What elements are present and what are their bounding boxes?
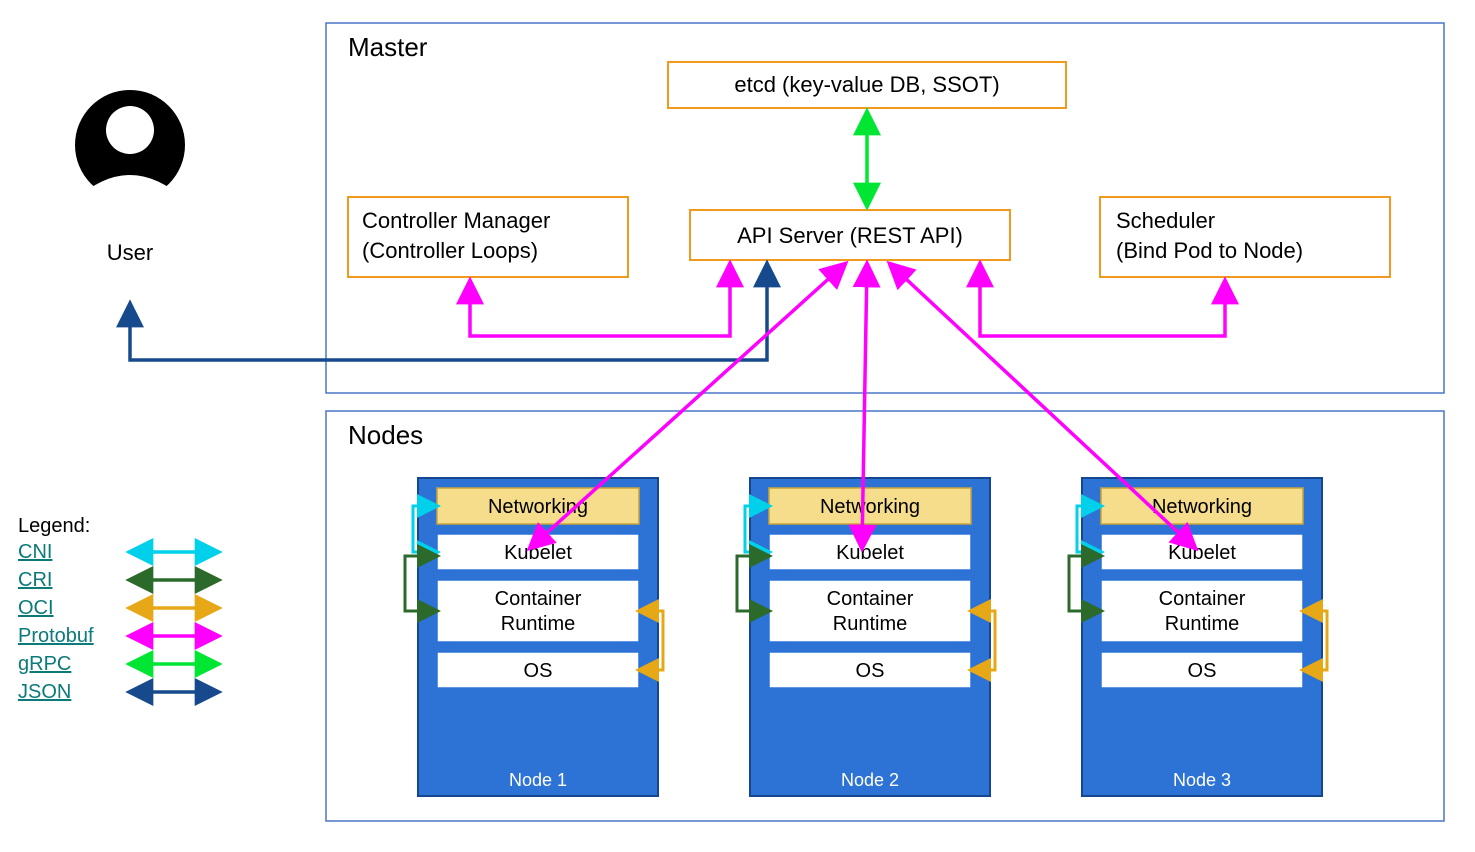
legend-item-label[interactable]: CNI bbox=[18, 541, 52, 563]
legend-item-label[interactable]: OCI bbox=[18, 597, 54, 619]
node-runtime-l2: Runtime bbox=[1165, 613, 1239, 635]
node-name: Node 3 bbox=[1173, 770, 1231, 790]
node-networking-label: Networking bbox=[1152, 496, 1252, 518]
scheduler-l1: Scheduler bbox=[1116, 208, 1215, 233]
node-kubelet-label: Kubelet bbox=[836, 542, 904, 564]
legend-item-label[interactable]: CRI bbox=[18, 569, 52, 591]
user-label: User bbox=[107, 240, 153, 265]
legend-item-label[interactable]: Protobuf bbox=[18, 625, 94, 647]
node-os-label: OS bbox=[856, 660, 885, 682]
legend-item-label[interactable]: JSON bbox=[18, 681, 71, 703]
controller-manager-l2: (Controller Loops) bbox=[362, 238, 538, 263]
node-runtime-l2: Runtime bbox=[833, 613, 907, 635]
controller-manager-l1: Controller Manager bbox=[362, 208, 550, 233]
nodes-title: Nodes bbox=[348, 420, 423, 450]
node-name: Node 2 bbox=[841, 770, 899, 790]
node-runtime-l1: Container bbox=[1159, 588, 1246, 610]
etcd-label: etcd (key-value DB, SSOT) bbox=[734, 72, 999, 97]
node-networking-label: Networking bbox=[820, 496, 920, 518]
node-runtime-l2: Runtime bbox=[501, 613, 575, 635]
legend-item-label[interactable]: gRPC bbox=[18, 653, 71, 675]
architecture-diagram: User Master etcd (key-value DB, SSOT) Co… bbox=[0, 0, 1475, 852]
legend: Legend: CNI CRI OCI Protobuf gRPC JSON bbox=[18, 515, 218, 703]
scheduler-l2: (Bind Pod to Node) bbox=[1116, 238, 1303, 263]
node-name: Node 1 bbox=[509, 770, 567, 790]
legend-title: Legend: bbox=[18, 515, 90, 537]
node-kubelet-label: Kubelet bbox=[504, 542, 572, 564]
node-os-label: OS bbox=[524, 660, 553, 682]
api-server-label: API Server (REST API) bbox=[737, 223, 963, 248]
node-kubelet-label: Kubelet bbox=[1168, 542, 1236, 564]
node-runtime-l1: Container bbox=[827, 588, 914, 610]
node-runtime-l1: Container bbox=[495, 588, 582, 610]
edge-user-api-json bbox=[130, 264, 767, 360]
master-title: Master bbox=[348, 32, 428, 62]
node-os-label: OS bbox=[1188, 660, 1217, 682]
